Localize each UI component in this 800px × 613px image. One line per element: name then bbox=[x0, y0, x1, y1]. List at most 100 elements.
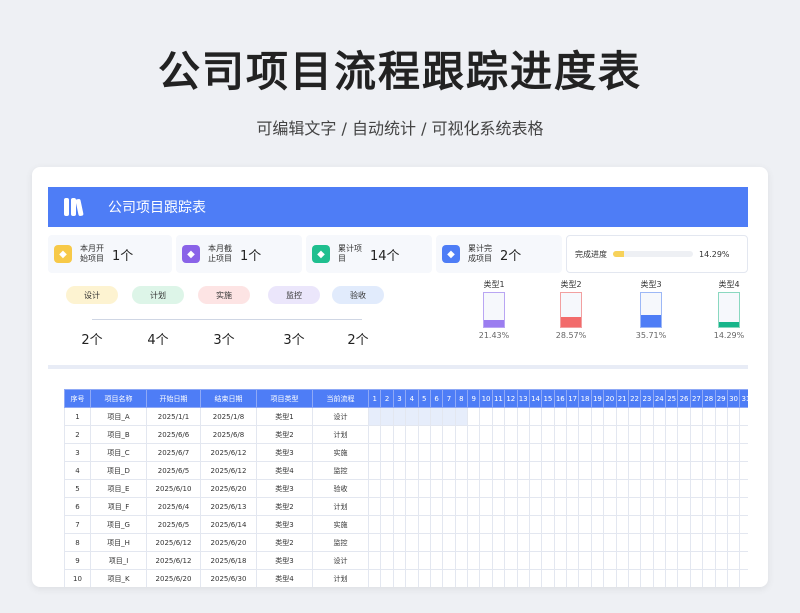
flow-stage-2[interactable]: 计划 bbox=[132, 286, 184, 304]
gantt-cell bbox=[677, 425, 691, 444]
table-cell: 监控 bbox=[312, 461, 369, 480]
gantt-cell bbox=[689, 515, 704, 534]
flow-stage-3[interactable]: 实施 bbox=[198, 286, 250, 304]
gantt-cell bbox=[429, 443, 444, 462]
gantt-cell bbox=[442, 461, 456, 480]
gantt-cell bbox=[677, 407, 691, 426]
gantt-cell bbox=[454, 425, 469, 444]
gantt-cell bbox=[504, 551, 518, 570]
gantt-cell bbox=[565, 443, 580, 462]
gantt-cell bbox=[417, 479, 431, 498]
gantt-cell bbox=[380, 407, 394, 426]
gantt-cell bbox=[726, 497, 741, 516]
table-cell: 2025/6/14 bbox=[200, 515, 257, 534]
table-cell: 2025/6/13 bbox=[200, 497, 257, 516]
gantt-cell bbox=[702, 533, 716, 552]
gantt-cell bbox=[664, 551, 679, 570]
gantt-cell bbox=[504, 407, 518, 426]
gantt-cell bbox=[640, 551, 654, 570]
day-header: 7 bbox=[442, 389, 456, 408]
gantt-cell bbox=[553, 551, 568, 570]
table-row[interactable]: 2 项目_B 2025/6/6 2025/6/8 类型2 计划 bbox=[64, 425, 748, 444]
gantt-cell bbox=[565, 551, 580, 570]
flow-stage-1[interactable]: 设计 bbox=[66, 286, 118, 304]
gantt-cell bbox=[392, 479, 407, 498]
banner: 公司项目跟踪表 bbox=[48, 187, 748, 227]
gantt-cell bbox=[702, 515, 716, 534]
gantt-cell bbox=[677, 569, 691, 587]
gantt-cell bbox=[677, 479, 691, 498]
gantt-cell bbox=[677, 461, 691, 480]
flow-count: 2个 bbox=[347, 333, 369, 348]
progress-card: 完成进度 14.29% bbox=[566, 235, 748, 273]
table-cell: 类型2 bbox=[256, 533, 313, 552]
table-row[interactable]: 8 项目_H 2025/6/12 2025/6/20 类型2 监控 bbox=[64, 533, 748, 552]
table-cell: 类型2 bbox=[256, 497, 313, 516]
gantt-cell bbox=[417, 515, 431, 534]
gantt-cell bbox=[702, 497, 716, 516]
progress-fill bbox=[613, 251, 625, 257]
table-row[interactable]: 4 项目_D 2025/6/5 2025/6/12 类型4 监控 bbox=[64, 461, 748, 480]
table-cell: 项目_A bbox=[90, 407, 147, 426]
table-row[interactable]: 6 项目_F 2025/6/4 2025/6/13 类型2 计划 bbox=[64, 497, 748, 516]
table-row[interactable]: 1 项目_A 2025/1/1 2025/1/8 类型1 设计 bbox=[64, 407, 748, 426]
table-row[interactable]: 5 项目_E 2025/6/10 2025/6/20 类型3 验收 bbox=[64, 479, 748, 498]
gantt-cell bbox=[702, 569, 716, 587]
gantt-cell bbox=[380, 425, 394, 444]
type-label: 类型4 bbox=[718, 280, 740, 289]
gantt-cell bbox=[528, 533, 543, 552]
gantt-cell bbox=[689, 533, 704, 552]
gantt-cell bbox=[516, 425, 530, 444]
table-row[interactable]: 10 项目_K 2025/6/20 2025/6/30 类型4 计划 bbox=[64, 569, 748, 587]
gantt-cell bbox=[541, 515, 555, 534]
gantt-cell bbox=[392, 551, 407, 570]
stat-card: ◆ 累计项目 14个 bbox=[306, 235, 432, 273]
gantt-cell bbox=[442, 515, 456, 534]
table-cell: 2025/1/1 bbox=[146, 407, 201, 426]
gantt-cell bbox=[603, 515, 617, 534]
table-cell: 7 bbox=[64, 515, 91, 534]
gantt-cell bbox=[739, 479, 748, 498]
gantt-cell bbox=[714, 533, 728, 552]
table-cell: 2025/1/8 bbox=[200, 407, 257, 426]
gantt-cell bbox=[664, 497, 679, 516]
flow-stage-4[interactable]: 监控 bbox=[268, 286, 320, 304]
gantt-cell bbox=[739, 461, 748, 480]
table-row[interactable]: 9 项目_I 2025/6/12 2025/6/18 类型3 设计 bbox=[64, 551, 748, 570]
flow-stage-5[interactable]: 验收 bbox=[332, 286, 384, 304]
gantt-cell bbox=[578, 407, 592, 426]
stat-label: 本月截止项目 bbox=[208, 244, 232, 263]
gantt-cell bbox=[652, 551, 667, 570]
type-item: 类型1 21.43% bbox=[469, 279, 519, 340]
gantt-cell bbox=[392, 443, 407, 462]
gantt-cell bbox=[479, 533, 493, 552]
day-header: 12 bbox=[504, 389, 518, 408]
day-header: 8 bbox=[454, 389, 469, 408]
gantt-cell bbox=[714, 515, 728, 534]
gantt-cell bbox=[726, 533, 741, 552]
gantt-cell bbox=[454, 479, 469, 498]
gantt-cell bbox=[367, 461, 382, 480]
type-percent: 35.71% bbox=[635, 331, 667, 340]
table-cell: 验收 bbox=[312, 479, 369, 498]
gantt-cell bbox=[528, 551, 543, 570]
gantt-cell bbox=[392, 425, 407, 444]
column-header: 序号 bbox=[64, 389, 91, 408]
day-header: 22 bbox=[627, 389, 642, 408]
gantt-cell bbox=[528, 569, 543, 587]
day-header: 9 bbox=[466, 389, 481, 408]
gantt-cell bbox=[516, 407, 530, 426]
table-cell: 8 bbox=[64, 533, 91, 552]
stat-value: 2个 bbox=[500, 248, 522, 264]
day-header: 6 bbox=[429, 389, 444, 408]
gantt-cell bbox=[429, 497, 444, 516]
day-header: 1 bbox=[367, 389, 382, 408]
gantt-cell bbox=[454, 497, 469, 516]
gantt-cell bbox=[726, 551, 741, 570]
gantt-cell bbox=[689, 551, 704, 570]
table-cell: 设计 bbox=[312, 407, 369, 426]
gantt-cell bbox=[714, 551, 728, 570]
table-row[interactable]: 3 项目_C 2025/6/7 2025/6/12 类型3 实施 bbox=[64, 443, 748, 462]
table-row[interactable]: 7 项目_G 2025/6/5 2025/6/14 类型3 实施 bbox=[64, 515, 748, 534]
type-bar-fill bbox=[719, 322, 739, 327]
